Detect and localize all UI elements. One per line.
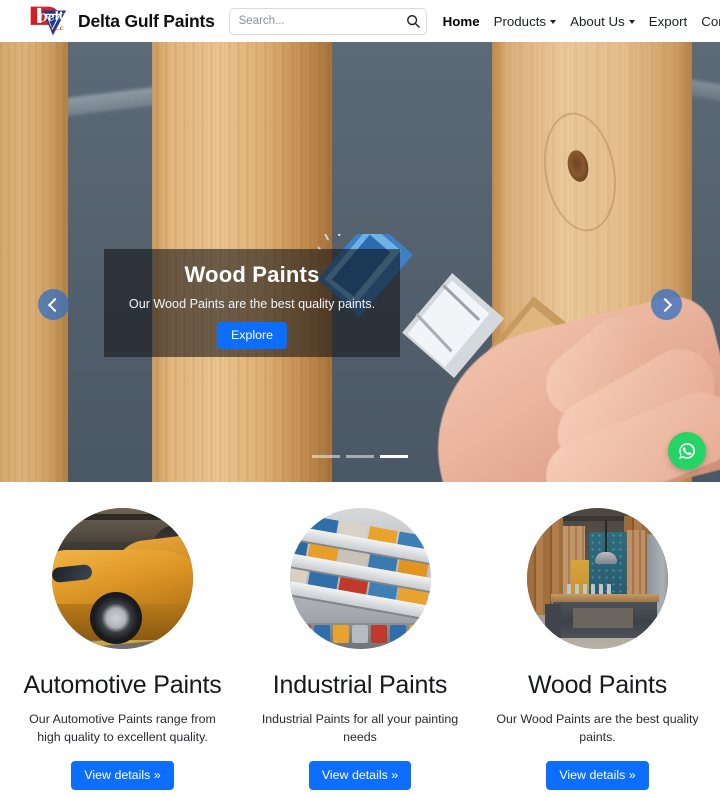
nav-item-contact-us: Contact Us [694,14,720,29]
nav-item-products: Products [487,14,563,29]
product-card-title-wood: Wood Paints [527,671,668,699]
nav-link-home-label: Home [442,13,480,29]
product-card-title-automotive: Automotive Paints [23,671,222,699]
whatsapp-icon [679,443,695,459]
view-details-button-automotive[interactable]: View details » [71,761,174,791]
nav-links: Home Products About Us Export Contact Us [436,14,720,29]
chevron-down-icon [628,20,635,24]
search-input[interactable] [228,7,427,35]
explore-button[interactable]: Explore [216,322,287,349]
nav-link-home[interactable]: Home [436,14,487,29]
view-details-button-industrial[interactable]: View details » [308,761,412,791]
carousel-next-button[interactable] [651,289,682,320]
product-cards-section: Automotive Paints Our Automotive Paints … [0,482,720,791]
product-card-image-wood [527,508,668,649]
search-icon [406,15,420,28]
nav-link-contact-us[interactable]: Contact Us [694,14,720,29]
product-card-text-industrial: Industrial Paints for all your painting … [261,712,459,744]
chevron-left-icon [47,297,63,312]
chevron-right-icon [657,297,673,312]
view-details-button-wood[interactable]: View details » [546,761,649,791]
product-card-wood: Wood Paints Our Wood Paints are the best… [485,508,710,791]
main-navbar: Delta L.L.C Delta Gulf Paints Home Produ… [0,0,720,42]
product-card-title-industrial: Industrial Paints [272,671,448,699]
carousel-caption: Wood Paints Our Wood Paints are the best… [104,249,400,357]
svg-text:L.L.C: L.L.C [49,26,64,32]
nav-link-products[interactable]: Products [487,14,563,29]
product-card-text-wood: Our Wood Paints are the best quality pai… [496,712,699,744]
hero-wood-plank-1 [0,42,68,482]
nav-link-contact-us-label: Contact Us [701,13,720,29]
nav-link-export-label: Export [648,13,688,29]
carousel-indicator-3[interactable] [380,455,408,458]
search-box [228,7,427,35]
search-button[interactable] [403,11,423,31]
nav-link-about-us[interactable]: About Us [563,14,642,29]
product-card-image-industrial [289,508,431,649]
product-card-industrial: Industrial Paints Industrial Paints for … [248,508,473,791]
whatsapp-float-button[interactable] [668,432,706,470]
brand-name: Delta Gulf Paints [78,10,215,31]
chevron-down-icon [550,20,557,24]
carousel-indicators [0,455,720,458]
nav-link-about-us-label: About Us [570,13,625,29]
nav-item-export: Export [642,14,694,29]
carousel-indicator-2[interactable] [346,455,374,458]
product-card-automotive: Automotive Paints Our Automotive Paints … [10,508,235,791]
hero-carousel: Wood Paints Our Wood Paints are the best… [0,42,720,482]
nav-link-export[interactable]: Export [642,14,694,29]
nav-item-home: Home [436,14,487,29]
product-card-text-automotive: Our Automotive Paints range from high qu… [29,712,216,744]
brand-logo-link[interactable]: Delta L.L.C Delta Gulf Paints [28,4,215,38]
carousel-slide-text: Our Wood Paints are the best quality pai… [128,297,376,311]
delta-gulf-paints-logo-icon: Delta L.L.C [30,6,70,36]
nav-item-about-us: About Us [563,14,642,29]
carousel-slide-title: Wood Paints [184,262,320,287]
carousel-prev-button[interactable] [38,289,69,320]
product-card-image-automotive [52,508,193,649]
nav-link-products-label: Products [493,13,547,29]
carousel-indicator-1[interactable] [312,455,340,458]
